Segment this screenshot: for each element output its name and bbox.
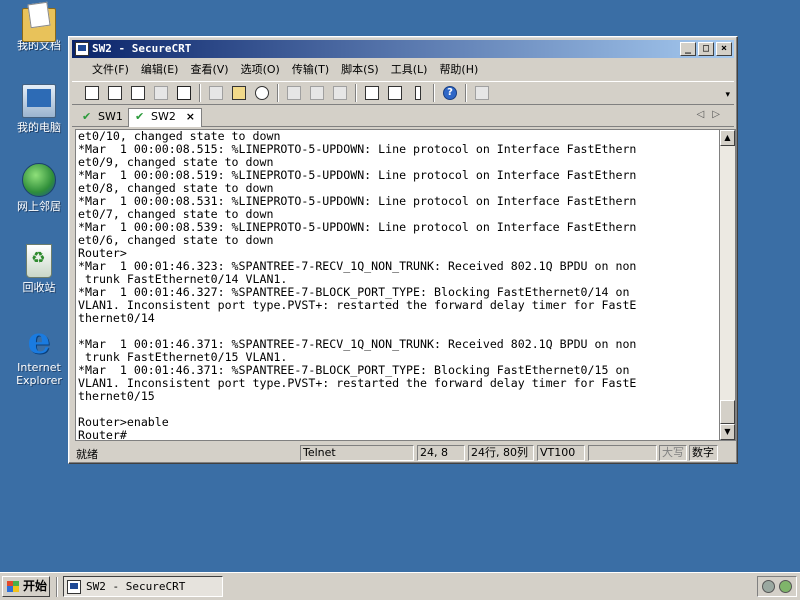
tab-label: SW1	[98, 110, 123, 123]
connect-in-tab-icon[interactable]	[128, 84, 148, 102]
scroll-down-icon[interactable]: ▼	[720, 424, 735, 440]
system-tray	[757, 576, 797, 597]
disconnect-icon[interactable]	[174, 84, 194, 102]
menu-options[interactable]: 选项(O)	[235, 60, 286, 80]
tab-label: SW2	[151, 110, 176, 123]
taskbar-securecrt-button[interactable]: SW2 - SecureCRT	[63, 576, 223, 597]
desktop-icon-recycle-bin[interactable]: 回收站	[8, 244, 70, 294]
copy-icon[interactable]	[206, 84, 226, 102]
start-label: 开始	[23, 579, 48, 593]
taskbar-item-label: SW2 - SecureCRT	[86, 580, 186, 593]
keymap-icon[interactable]	[408, 84, 428, 102]
tab-next-icon[interactable]: ▷	[712, 109, 728, 120]
start-button[interactable]: 开始	[2, 576, 50, 597]
title-bar[interactable]: SW2 - SecureCRT _ □ ×	[72, 40, 734, 58]
scroll-up-icon[interactable]: ▲	[720, 130, 735, 146]
desktop-icon-label: 我的电脑	[17, 121, 61, 134]
status-blank	[588, 445, 657, 461]
toolbar-separator	[355, 84, 357, 102]
tab-prev-icon[interactable]: ◁	[697, 109, 713, 120]
status-bar: 就绪 Telnet 24, 8 24行, 80列 VT100 大写 数字	[72, 443, 734, 463]
my-documents-icon	[22, 8, 56, 42]
tab-close-icon[interactable]: ×	[186, 109, 195, 125]
find-icon[interactable]	[252, 84, 272, 102]
desktop-icon-my-documents[interactable]: 我的文档	[8, 2, 70, 52]
status-caps-lock: 大写	[659, 445, 687, 461]
taskbar: 开始 SW2 - SecureCRT	[0, 572, 800, 600]
terminal-output[interactable]: et0/10, changed state to down *Mar 1 00:…	[75, 129, 720, 441]
menu-edit[interactable]: 编辑(E)	[135, 60, 185, 80]
terminal-scrollbar[interactable]: ▲ ▼	[720, 129, 736, 441]
internet-explorer-icon: e	[27, 320, 51, 362]
scrollbar-thumb[interactable]	[720, 400, 735, 424]
terminal-text: et0/10, changed state to down *Mar 1 00:…	[78, 129, 637, 441]
tab-sw1[interactable]: ✔ SW1	[76, 109, 126, 127]
securecrt-window: SW2 - SecureCRT _ □ × 文件(F) 编辑(E) 查看(V) …	[68, 36, 738, 464]
help-icon[interactable]: ?	[440, 84, 460, 102]
global-options-icon[interactable]	[385, 84, 405, 102]
toolbar: ? ▾	[72, 81, 734, 105]
menu-help[interactable]: 帮助(H)	[433, 60, 484, 80]
quick-connect-icon[interactable]	[105, 84, 125, 102]
recycle-bin-icon	[26, 244, 52, 278]
session-options-icon[interactable]	[362, 84, 382, 102]
toolbar-separator	[199, 84, 201, 102]
print-icon[interactable]	[284, 84, 304, 102]
menu-file[interactable]: 文件(F)	[86, 60, 135, 80]
print-setup-icon[interactable]	[330, 84, 350, 102]
securecrt-app-icon[interactable]	[75, 42, 89, 56]
windows-logo-icon	[7, 581, 19, 592]
tab-sw2[interactable]: ✔ SW2 ×	[128, 108, 202, 127]
session-tab-bar: ✔ SW1 ✔ SW2 × ◁▷	[72, 107, 734, 127]
desktop-icon-internet-explorer[interactable]: e Internet Explorer	[8, 320, 70, 387]
connected-check-icon: ✔	[82, 110, 92, 123]
status-num-lock: 数字	[689, 445, 718, 461]
desktop-icon-my-computer[interactable]: 我的电脑	[8, 84, 70, 134]
desktop-icon-label: 网上邻居	[17, 200, 61, 213]
my-computer-icon	[22, 84, 56, 118]
connected-check-icon: ✔	[135, 110, 145, 123]
menu-tools[interactable]: 工具(L)	[385, 60, 434, 80]
toolbar-separator	[433, 84, 435, 102]
toolbar-separator	[465, 84, 467, 102]
sftp-icon[interactable]	[472, 84, 492, 102]
menu-script[interactable]: 脚本(S)	[335, 60, 385, 80]
status-protocol: Telnet	[300, 445, 414, 461]
close-button[interactable]: ×	[716, 42, 732, 56]
tab-navigation: ◁▷	[697, 109, 728, 120]
status-ready: 就绪	[76, 448, 98, 461]
network-places-icon	[22, 163, 56, 197]
menu-view[interactable]: 查看(V)	[184, 60, 234, 80]
toolbar-separator	[277, 84, 279, 102]
tray-network-icon[interactable]	[779, 580, 792, 593]
toolbar-overflow-icon[interactable]: ▾	[725, 90, 730, 100]
paste-icon[interactable]	[229, 84, 249, 102]
status-cursor-position: 24, 8	[417, 445, 465, 461]
reconnect-icon[interactable]	[151, 84, 171, 102]
menu-transfer[interactable]: 传输(T)	[286, 60, 335, 80]
print-selection-icon[interactable]	[307, 84, 327, 102]
status-dimensions: 24行, 80列	[468, 445, 534, 461]
securecrt-app-icon	[67, 580, 81, 594]
maximize-button[interactable]: □	[698, 42, 714, 56]
connect-icon[interactable]	[82, 84, 102, 102]
desktop-icon-label: Internet Explorer	[16, 361, 62, 387]
desktop-icon-label: 回收站	[22, 281, 56, 294]
window-title: SW2 - SecureCRT	[92, 42, 192, 55]
taskbar-separator	[56, 577, 58, 597]
minimize-button[interactable]: _	[680, 42, 696, 56]
status-emulation: VT100	[537, 445, 585, 461]
desktop-icon-network[interactable]: 网上邻居	[8, 163, 70, 213]
tray-volume-icon[interactable]	[762, 580, 775, 593]
menu-bar: 文件(F) 编辑(E) 查看(V) 选项(O) 传输(T) 脚本(S) 工具(L…	[72, 60, 734, 80]
